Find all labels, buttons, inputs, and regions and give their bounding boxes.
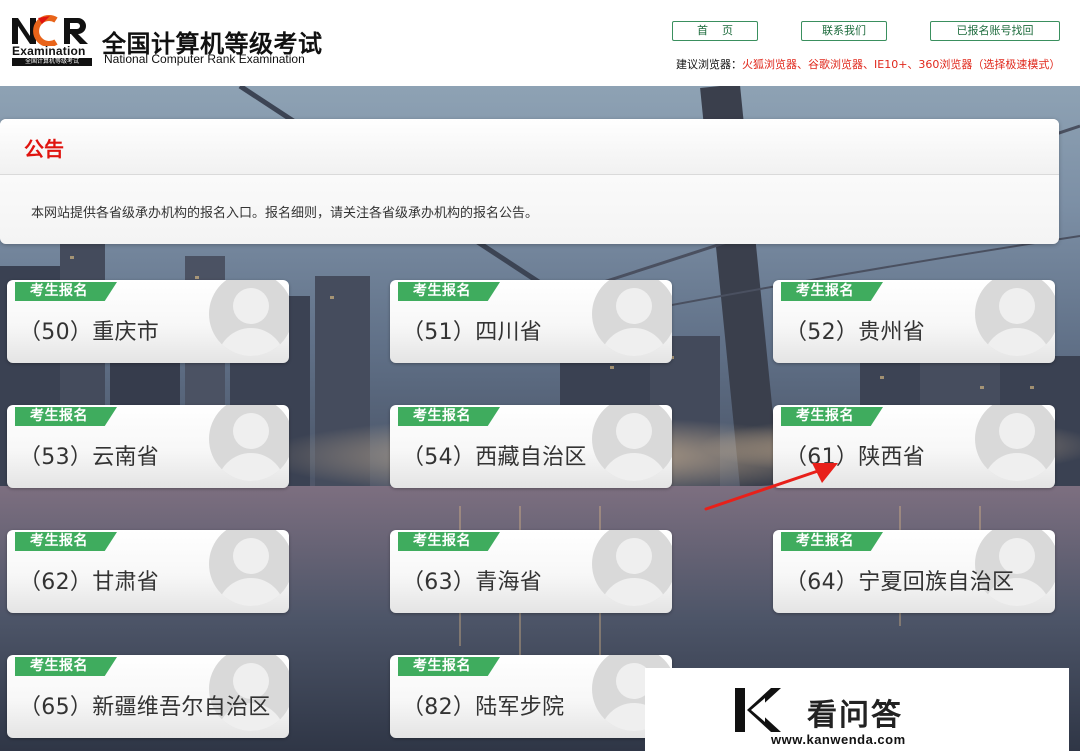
avatar-placeholder-icon — [592, 280, 672, 356]
announcement-text: 本网站提供各省级承办机构的报名入口。报名细则，请关注各省级承办机构的报名公告。 — [31, 206, 539, 221]
province-name: （64）宁夏回族自治区 — [785, 570, 1015, 595]
logo-strip: 全国计算机等级考试 — [12, 58, 92, 66]
register-badge: 考生报名 — [781, 532, 883, 551]
kanwenda-watermark: 看问答 www.kanwenda.com — [645, 668, 1069, 751]
site-header: Examination 全国计算机等级考试 全国计算机等级考试 National… — [0, 0, 1080, 86]
avatar-placeholder-icon — [209, 405, 289, 481]
logo-subtext: Examination — [12, 44, 86, 58]
recover-account-button[interactable]: 已报名账号找回 — [930, 21, 1060, 41]
province-card-guizhou[interactable]: 考生报名 （52）贵州省 — [773, 280, 1055, 363]
register-badge: 考生报名 — [398, 532, 500, 551]
province-card-sichuan[interactable]: 考生报名 （51）四川省 — [390, 280, 672, 363]
province-name: （53）云南省 — [19, 445, 160, 470]
province-card-gansu[interactable]: 考生报名 （62）甘肃省 — [7, 530, 289, 613]
announcement-panel: 公告 本网站提供各省级承办机构的报名入口。报名细则，请关注各省级承办机构的报名公… — [0, 119, 1059, 244]
register-badge: 考生报名 — [15, 532, 117, 551]
province-name: （63）青海省 — [402, 570, 543, 595]
province-card-tibet[interactable]: 考生报名 （54）西藏自治区 — [390, 405, 672, 488]
avatar-placeholder-icon — [592, 530, 672, 606]
register-badge: 考生报名 — [15, 407, 117, 426]
register-badge: 考生报名 — [398, 407, 500, 426]
contact-us-button[interactable]: 联系我们 — [801, 21, 887, 41]
province-name: （54）西藏自治区 — [402, 445, 587, 470]
avatar-placeholder-icon — [975, 405, 1055, 481]
province-name: （62）甘肃省 — [19, 570, 160, 595]
watermark-name: 看问答 — [807, 698, 903, 733]
register-badge: 考生报名 — [15, 282, 117, 301]
province-card-xinjiang[interactable]: 考生报名 （65）新疆维吾尔自治区 — [7, 655, 289, 738]
province-card-yunnan[interactable]: 考生报名 （53）云南省 — [7, 405, 289, 488]
avatar-placeholder-icon — [592, 405, 672, 481]
avatar-placeholder-icon — [209, 280, 289, 356]
province-card-ningxia[interactable]: 考生报名 （64）宁夏回族自治区 — [773, 530, 1055, 613]
browser-tip-list: 火狐浏览器、谷歌浏览器、IE10+、360浏览器（选择极速模式） — [742, 58, 1061, 71]
register-badge: 考生报名 — [781, 282, 883, 301]
watermark-url: www.kanwenda.com — [771, 732, 906, 747]
home-button[interactable]: 首页 — [672, 21, 758, 41]
province-name: （50）重庆市 — [19, 320, 160, 345]
register-badge: 考生报名 — [15, 657, 117, 676]
register-badge: 考生报名 — [781, 407, 883, 426]
avatar-placeholder-icon — [975, 280, 1055, 356]
register-badge: 考生报名 — [398, 282, 500, 301]
province-name: （51）四川省 — [402, 320, 543, 345]
annotation-arrow-icon — [704, 463, 838, 511]
announcement-title: 公告 — [24, 137, 64, 161]
announcement-header: 公告 — [0, 119, 1059, 175]
ncr-logo-icon[interactable]: Examination 全国计算机等级考试 — [10, 14, 94, 66]
province-card-army-academy[interactable]: 考生报名 （82）陆军步院 — [390, 655, 672, 738]
province-card-qinghai[interactable]: 考生报名 （63）青海省 — [390, 530, 672, 613]
province-name: （82）陆军步院 — [402, 695, 565, 720]
site-subtitle: National Computer Rank Examination — [104, 52, 305, 66]
browser-tip-label: 建议浏览器： — [676, 58, 742, 71]
province-name: （52）贵州省 — [785, 320, 926, 345]
province-card-chongqing[interactable]: 考生报名 （50）重庆市 — [7, 280, 289, 363]
browser-recommendation: 建议浏览器：火狐浏览器、谷歌浏览器、IE10+、360浏览器（选择极速模式） — [676, 56, 1060, 72]
register-badge: 考生报名 — [398, 657, 500, 676]
kanwenda-logo-icon — [735, 688, 781, 732]
avatar-placeholder-icon — [209, 530, 289, 606]
province-name: （65）新疆维吾尔自治区 — [19, 695, 271, 720]
